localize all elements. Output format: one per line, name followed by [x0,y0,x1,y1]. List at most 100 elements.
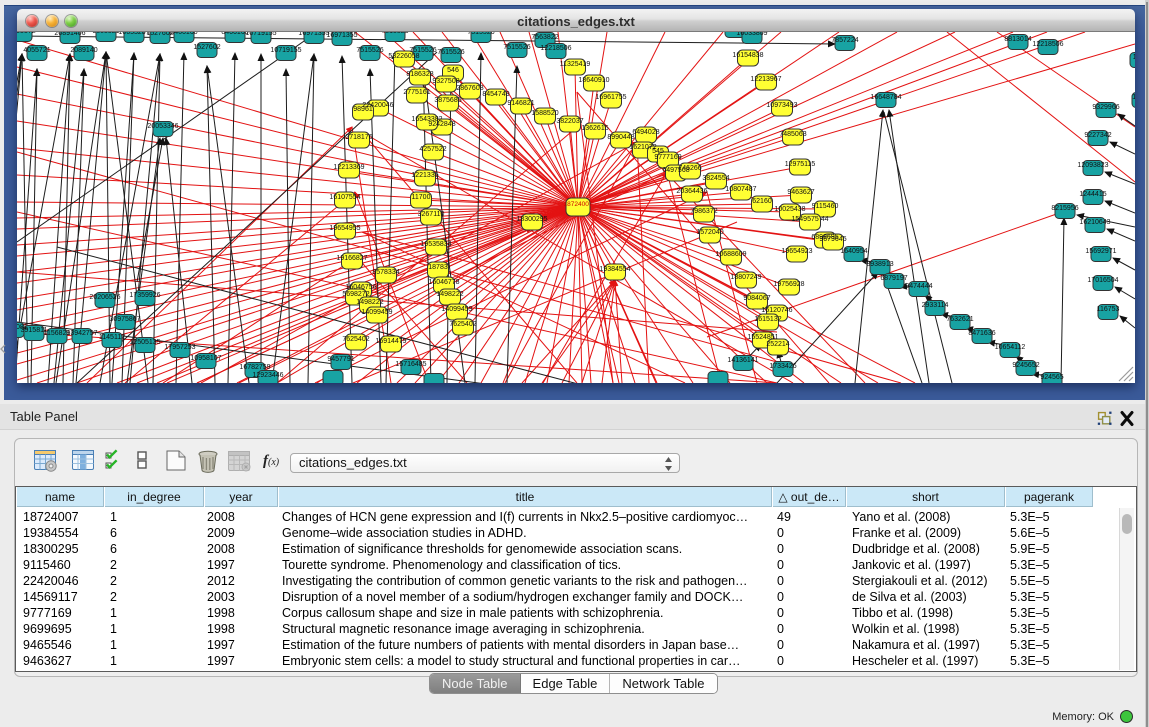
svg-text:18640910: 18640910 [578,77,609,84]
svg-text:8454749: 8454749 [482,91,509,98]
svg-text:19756928: 19756928 [773,281,804,288]
svg-text:12213369: 12213369 [333,164,364,171]
svg-text:8990448: 8990448 [607,134,634,141]
svg-text:11700: 11700 [412,194,431,201]
svg-text:14136141: 14136141 [727,357,758,364]
svg-text:98961: 98961 [353,106,373,113]
svg-text:16782759: 16782759 [239,364,270,371]
svg-text:9146821: 9146821 [507,100,534,107]
svg-text:16543382: 16543382 [411,116,442,123]
svg-text:17359926: 17359926 [129,292,160,299]
svg-text:1362615: 1362615 [581,125,608,132]
svg-text:10958107: 10958107 [190,355,221,362]
svg-text:8471636: 8471636 [968,330,995,337]
svg-text:1572040: 1572040 [696,229,723,236]
svg-text:4257522: 4257522 [419,146,446,153]
svg-text:1527602: 1527602 [193,44,220,51]
svg-text:12093823: 12093823 [1077,162,1108,169]
svg-text:10719155: 10719155 [245,32,276,37]
svg-text:12505135: 12505135 [129,339,160,346]
svg-text:7563822: 7563822 [531,34,558,41]
svg-text:9227342: 9227342 [1084,132,1111,139]
svg-text:12213967: 12213967 [750,76,781,83]
svg-text:19654955: 19654955 [329,225,360,232]
svg-text:6494028: 6494028 [632,129,659,136]
svg-text:15716485: 15716485 [395,361,426,368]
svg-text:12975115: 12975115 [785,161,816,168]
svg-text:10654112: 10654112 [995,344,1026,351]
svg-text:7515526: 7515526 [503,44,530,51]
svg-text:9084067: 9084067 [743,295,770,302]
svg-text:9329966: 9329966 [1092,104,1119,111]
svg-text:11325419: 11325419 [560,61,591,68]
svg-text:7625402: 7625402 [449,321,476,328]
svg-text:19166827: 19166827 [336,255,367,262]
svg-text:12218506: 12218506 [1032,41,1063,48]
svg-text:3824554: 3824554 [702,175,729,182]
svg-text:10025438: 10025438 [774,206,805,213]
svg-text:16154838: 16154838 [732,52,763,59]
svg-text:20364436: 20364436 [676,188,707,195]
svg-text:7515526: 7515526 [467,32,494,36]
svg-text:9474444: 9474444 [905,283,932,290]
svg-text:53226058: 53226058 [388,53,419,60]
svg-text:1498222: 1498222 [436,291,463,298]
svg-text:13942757: 13942757 [66,330,97,337]
svg-text:7615526: 7615526 [437,49,464,56]
svg-text:9115460: 9115460 [812,203,839,210]
svg-text:252214: 252214 [766,341,789,348]
svg-text:18807249: 18807249 [730,274,761,281]
svg-text:9245652: 9245652 [1012,362,1039,369]
svg-text:1549575 44: 1549575 44 [792,216,829,223]
svg-text:16961755: 16961755 [595,94,626,101]
svg-text:8578334: 8578334 [372,269,399,276]
svg-text:7986372: 7986372 [690,208,717,215]
svg-text:10807487: 10807487 [725,186,756,193]
svg-text:7625402: 7625402 [342,336,369,343]
svg-text:16046756: 16046756 [345,284,376,291]
svg-text:17016504: 17016504 [1087,277,1118,284]
svg-text:3875685: 3875685 [434,97,461,104]
svg-text:16648784: 16648784 [870,94,901,101]
svg-text:7515526: 7515526 [381,32,408,35]
svg-text:14099459: 14099459 [441,306,472,313]
svg-text:18783: 18783 [428,264,448,271]
svg-text:1905572: 1905572 [17,32,36,35]
svg-text:14099459: 14099459 [361,309,392,316]
svg-text:16120746: 16120746 [761,307,792,314]
svg-text:18300295: 18300295 [516,216,547,223]
svg-text:10719155: 10719155 [270,47,301,54]
svg-text:12218506: 12218506 [540,45,571,52]
svg-text:4055721: 4055721 [23,47,50,54]
svg-text:3267110: 3267110 [418,211,445,218]
svg-text:19535834: 19535834 [420,241,451,248]
svg-text:1615132: 1615132 [754,316,781,323]
svg-text:7857224: 7857224 [831,37,858,44]
svg-text:8938913: 8938913 [866,261,893,268]
svg-text:2718176: 2718176 [345,134,372,141]
svg-text:9463627: 9463627 [787,189,814,196]
svg-text:17957253: 17957253 [164,344,195,351]
svg-text:1221335: 1221335 [411,172,438,179]
svg-text:19654923: 19654923 [781,248,812,255]
svg-text:30975867: 30975867 [109,316,140,323]
svg-text:1112: 1112 [1133,54,1135,61]
svg-text:(x): (x) [268,457,280,468]
svg-text:3822037: 3822037 [556,118,583,125]
svg-text:9457791: 9457791 [327,356,354,363]
svg-text:7515526: 7515526 [356,47,383,54]
svg-text:20206526: 20206526 [89,294,120,301]
svg-text:16046778: 16046778 [428,279,459,286]
svg-text:7485063: 7485063 [779,131,806,138]
svg-text:8466160: 8466160 [170,32,197,36]
svg-text:1588520: 1588520 [531,110,558,117]
svg-text:5698272: 5698272 [342,291,369,298]
svg-text:12923446: 12923446 [252,372,283,379]
svg-text:15524851: 15524851 [747,334,778,341]
svg-text:10688609: 10688609 [715,251,746,258]
svg-text:8215956: 8215956 [1051,205,1078,212]
svg-text:19384554: 19384554 [599,266,630,273]
svg-text:18724007: 18724007 [564,201,593,208]
svg-text:1498222: 1498222 [356,299,383,306]
svg-text:1244415: 1244415 [1079,191,1106,198]
